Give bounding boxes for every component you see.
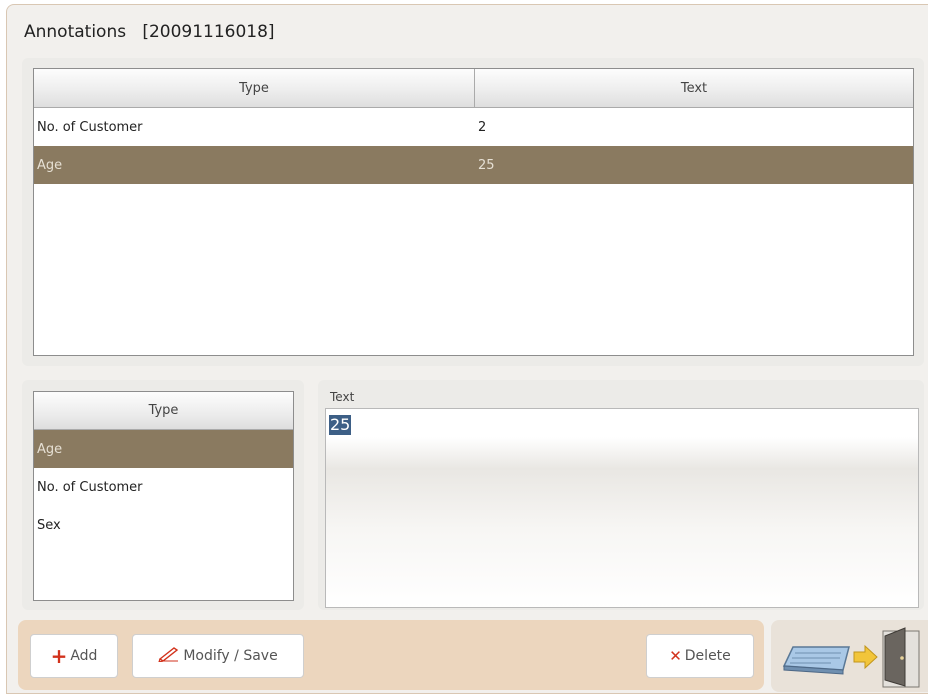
exit-button[interactable] [771,620,928,692]
column-header-text[interactable]: Text [475,69,913,107]
table-row[interactable]: No. of Customer 2 [34,108,913,146]
annotations-table[interactable]: Type Text No. of Customer 2 Age 25 [33,68,914,356]
keyboard-exit-door-icon [771,627,928,696]
text-input-area[interactable]: 25 [325,408,919,608]
type-list[interactable]: Type Age No. of Customer Sex [33,391,294,601]
window-title-label: Annotations [24,22,127,42]
cell-text: 2 [478,119,487,135]
column-header-type[interactable]: Type [34,69,475,107]
list-item-selected[interactable]: Age [34,430,293,468]
plus-icon: + [50,644,68,668]
list-item[interactable]: Sex [34,506,293,544]
add-button-label: Add [70,648,98,664]
cell-text: 25 [478,157,495,173]
type-list-header[interactable]: Type [34,392,293,430]
modify-save-button-label: Modify / Save [183,648,278,664]
cell-type: No. of Customer [37,119,143,135]
modify-save-button[interactable]: Modify / Save [132,634,304,678]
pencil-icon [158,646,180,666]
delete-button-label: Delete [684,648,731,664]
table-row-selected[interactable]: Age 25 [34,146,913,184]
list-item[interactable]: No. of Customer [34,468,293,506]
text-input-value[interactable]: 25 [329,415,352,435]
add-button[interactable]: + Add [30,634,118,678]
record-id-label: [20091116018] [142,22,275,42]
x-icon: ✕ [669,647,682,665]
cell-type: Age [37,157,63,173]
window-title: Annotations [20091116018] [24,22,275,42]
text-field-label: Text [330,390,355,404]
table-header: Type Text [34,69,913,108]
delete-button[interactable]: ✕ Delete [646,634,754,678]
